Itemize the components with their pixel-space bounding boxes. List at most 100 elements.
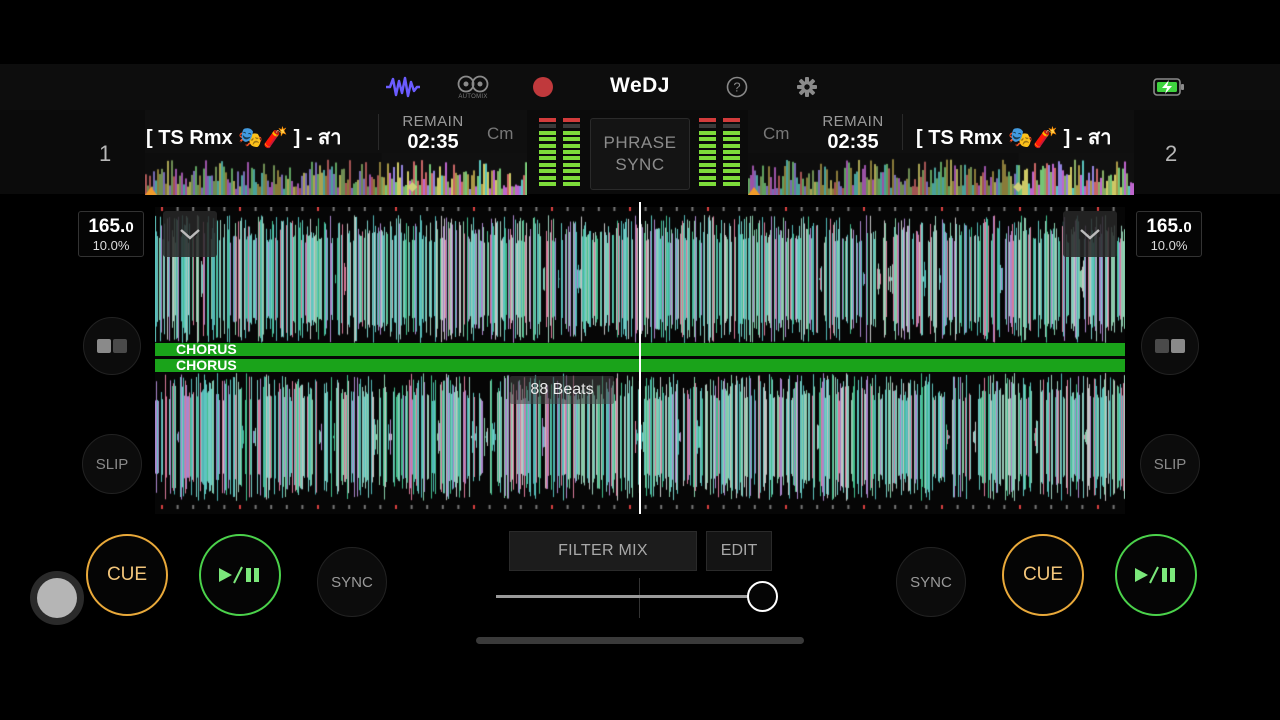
home-indicator[interactable]: [476, 637, 804, 644]
meter-segment: [723, 143, 740, 148]
automix-label: AUTOMIX: [458, 93, 488, 100]
meter-segment: [539, 124, 556, 129]
deck2-view-toggle-button[interactable]: [1141, 317, 1199, 375]
meter-segment: [563, 130, 580, 135]
deck1-remain-time: 02:35: [407, 131, 459, 153]
filter-mix-button[interactable]: FILTER MIX: [509, 531, 697, 571]
meter-segment: [563, 137, 580, 142]
deck2-bpm-display[interactable]: 165.0 10.0%: [1136, 211, 1202, 257]
deck2-pitch-range: 10.0%: [1150, 238, 1188, 253]
meter-segment: [723, 124, 740, 129]
chevron-down-icon: [1080, 229, 1100, 240]
meter-segment: [539, 130, 556, 135]
crossfader-track[interactable]: [496, 595, 776, 598]
meter-segment: [563, 143, 580, 148]
meter-segment: [723, 169, 740, 174]
beats-label: 88 Beats: [530, 381, 594, 398]
deck2-slip-button[interactable]: SLIP: [1140, 434, 1200, 494]
deck1-slip-button[interactable]: SLIP: [82, 434, 142, 494]
deck2-play-pause-button[interactable]: [1115, 534, 1197, 616]
deck1-bpm-decimal: 0: [125, 219, 134, 236]
deck2-number: 2: [1165, 141, 1178, 166]
meter-segment: [563, 162, 580, 167]
play-pause-icon: [219, 566, 259, 584]
overview-canvas: [145, 153, 527, 195]
deck2-collapse-button[interactable]: [1063, 211, 1117, 257]
deck1-cue-button[interactable]: CUE: [86, 534, 168, 616]
layout-toggle-icon: [1155, 339, 1185, 353]
battery-charging-icon: [1152, 76, 1186, 98]
deck1-bpm-display[interactable]: 165.0 10.0%: [78, 211, 144, 257]
meter-segment: [723, 175, 740, 180]
gear-icon[interactable]: [795, 75, 819, 99]
meter-segment: [723, 182, 740, 186]
meter-segment: [699, 182, 716, 186]
meter-segment: [539, 169, 556, 174]
deck1-number: 1: [99, 141, 112, 166]
edit-button[interactable]: EDIT: [706, 531, 772, 571]
crossfader-knob[interactable]: [747, 581, 778, 612]
deck2-track-title: [ TS Rmx 🎭🧨 ] - สา: [916, 127, 1112, 149]
svg-text:?: ?: [733, 80, 740, 95]
deck1-bpm-whole: 165.: [88, 216, 126, 237]
deck2-bpm-decimal: 0: [1183, 219, 1192, 236]
meter-segment: [699, 124, 716, 129]
meter-segment: [563, 124, 580, 129]
assistive-touch-icon: [37, 578, 77, 618]
deck2-level-meter-left: [699, 118, 716, 188]
meter-segment: [563, 150, 580, 154]
deck1-play-pause-button[interactable]: [199, 534, 281, 616]
meter-segment: [539, 156, 556, 161]
meter-segment: [563, 156, 580, 161]
deck2-cue-button[interactable]: CUE: [1002, 534, 1084, 616]
deck1-key: Cm: [487, 124, 514, 143]
record-icon[interactable]: [533, 77, 553, 97]
meter-segment: [563, 175, 580, 180]
deck1-level-meter-left: [539, 118, 556, 188]
deck2-remain-label: REMAIN: [822, 113, 884, 130]
meter-segment: [539, 182, 556, 186]
deck2-key: Cm: [763, 124, 790, 143]
meter-segment: [563, 169, 580, 174]
automix-button[interactable]: AUTOMIX: [453, 72, 493, 102]
deck1-view-toggle-button[interactable]: [83, 317, 141, 375]
meter-segment: [699, 175, 716, 180]
chevron-down-icon: [180, 229, 200, 240]
waveform-icon[interactable]: [384, 74, 422, 100]
assistive-touch-button[interactable]: [30, 571, 84, 625]
help-icon[interactable]: ?: [725, 75, 749, 99]
deck2-phrase-label: CHORUS: [176, 357, 237, 373]
meter-segment: [699, 156, 716, 161]
meter-segment: [539, 137, 556, 142]
meter-segment: [539, 150, 556, 154]
phrase-sync-button[interactable]: PHRASE SYNC: [590, 118, 690, 190]
phrase-sync-line1: PHRASE: [603, 133, 677, 152]
meter-segment: [539, 175, 556, 180]
overview-canvas: [748, 153, 1134, 195]
deck1-sync-button[interactable]: SYNC: [317, 547, 387, 617]
deck1-collapse-button[interactable]: [163, 211, 217, 257]
meter-segment: [723, 118, 740, 122]
meter-segment: [723, 162, 740, 167]
deck2-overview-waveform[interactable]: [748, 153, 1134, 195]
meter-segment: [539, 143, 556, 148]
meter-segment: [699, 162, 716, 167]
deck2-remain-time: 02:35: [827, 131, 879, 153]
meter-segment: [699, 118, 716, 122]
deck1-level-meter-right: [563, 118, 580, 188]
deck2-sync-button[interactable]: SYNC: [896, 547, 966, 617]
meter-segment: [723, 150, 740, 154]
deck1-overview-waveform[interactable]: [145, 153, 527, 195]
deck1-phrase-label: CHORUS: [176, 341, 237, 357]
crossfader-center-mark: [639, 578, 640, 618]
meter-segment: [563, 182, 580, 186]
meter-segment: [723, 137, 740, 142]
phrase-sync-line2: SYNC: [615, 155, 665, 174]
meter-segment: [699, 169, 716, 174]
meter-segment: [723, 130, 740, 135]
deck1-pitch-range: 10.0%: [92, 238, 130, 253]
meter-segment: [539, 162, 556, 167]
automix-icon: [457, 75, 489, 92]
meter-segment: [699, 143, 716, 148]
layout-toggle-icon: [97, 339, 127, 353]
